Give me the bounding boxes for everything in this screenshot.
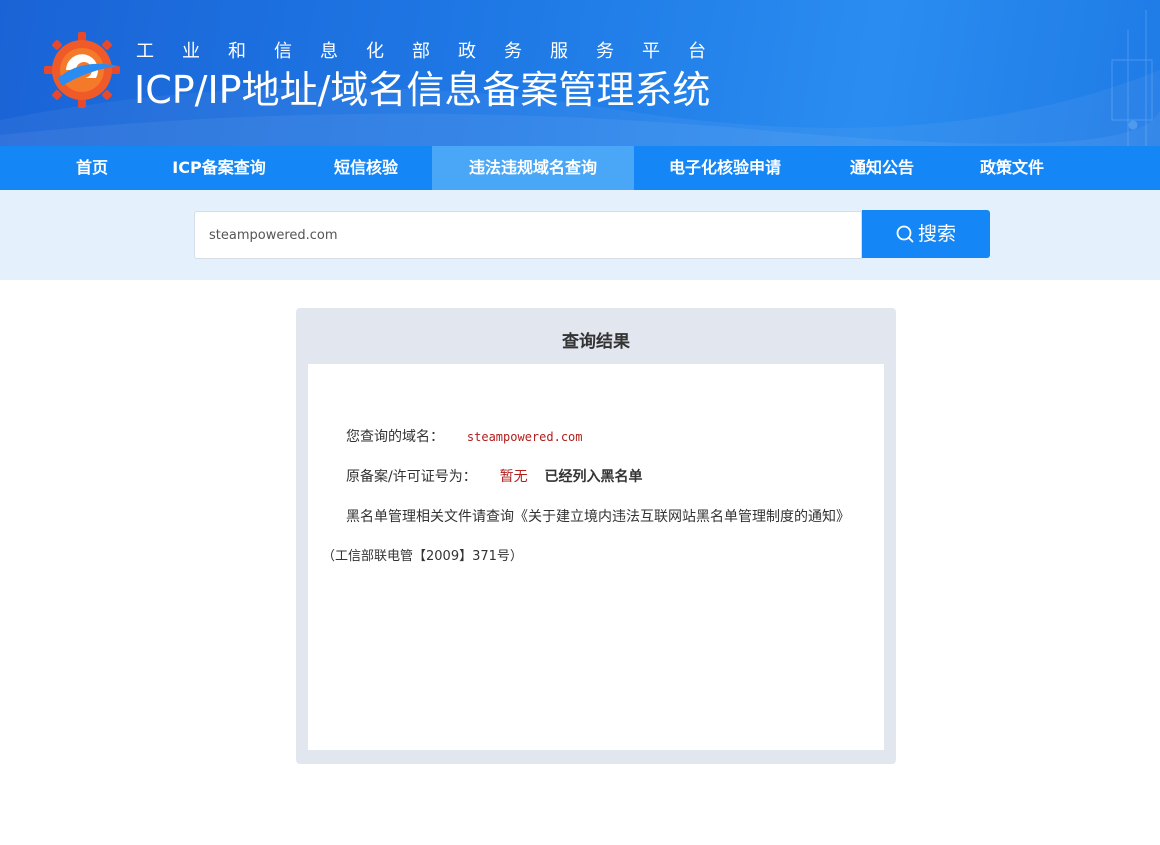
nav-item-notices[interactable]: 通知公告 <box>830 146 934 190</box>
result-body: 您查询的域名： steampowered.com 原备案/许可证号为： 暂无 已… <box>308 364 884 750</box>
nav-item-illegal-domain-query[interactable]: 违法违规域名查询 <box>432 146 634 190</box>
license-label: 原备案/许可证号为： <box>346 469 477 485</box>
result-panel: 查询结果 您查询的域名： steampowered.com 原备案/许可证号为：… <box>296 308 896 764</box>
header-banner: 工业和信息化部政务服务平台 ICP/IP地址/域名信息备案管理系统 <box>0 0 1160 146</box>
license-row: 原备案/许可证号为： 暂无 已经列入黑名单 <box>346 467 643 487</box>
domain-value: steampowered.com <box>466 430 583 444</box>
platform-subtitle: 工业和信息化部政务服务平台 <box>136 41 734 62</box>
result-title: 查询结果 <box>562 332 630 352</box>
miit-logo <box>44 32 120 108</box>
search-icon <box>896 225 914 243</box>
search-button-label: 搜索 <box>917 223 956 245</box>
license-value: 暂无 <box>499 469 528 485</box>
nav-item-icp-query[interactable]: ICP备案查询 <box>150 146 288 190</box>
blacklist-status: 已经列入黑名单 <box>544 469 643 485</box>
notice-line-1: 黑名单管理相关文件请查询《关于建立境内违法互联网站黑名单管理制度的通知》 <box>346 509 850 525</box>
domain-label: 您查询的域名： <box>346 429 444 445</box>
nav-item-policy-docs[interactable]: 政策文件 <box>960 146 1064 190</box>
system-title: ICP/IP地址/域名信息备案管理系统 <box>134 68 711 112</box>
search-button[interactable]: 搜索 <box>862 210 990 258</box>
notice-line-2: （工信部联电管【2009】371号） <box>322 549 523 564</box>
nav-item-home[interactable]: 首页 <box>52 146 132 190</box>
search-input[interactable] <box>194 211 862 259</box>
main-nav: 首页 ICP备案查询 短信核验 违法违规域名查询 电子化核验申请 通知公告 政策… <box>0 146 1160 190</box>
nav-item-sms-verify[interactable]: 短信核验 <box>310 146 422 190</box>
nav-item-e-verify-apply[interactable]: 电子化核验申请 <box>645 146 805 190</box>
domain-row: 您查询的域名： steampowered.com <box>346 427 583 447</box>
